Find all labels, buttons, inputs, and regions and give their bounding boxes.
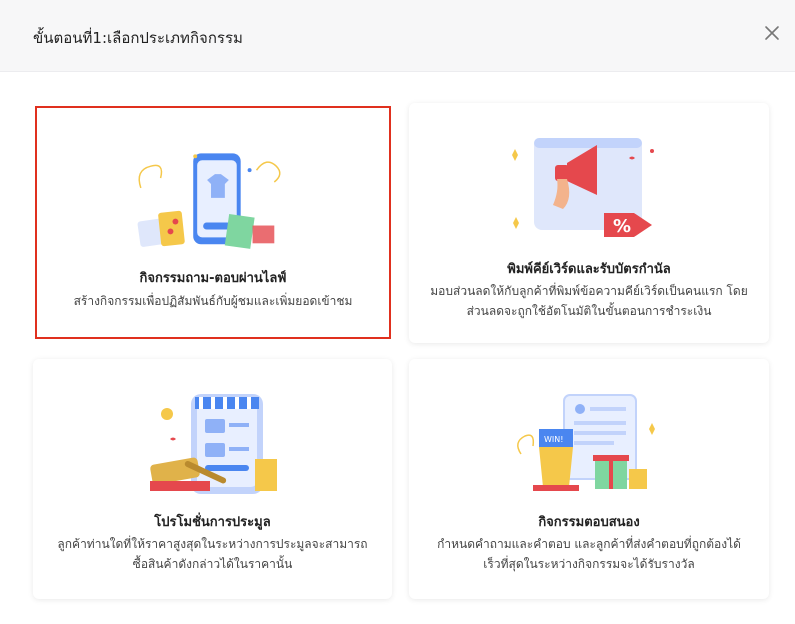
- select-activity-type-dialog: ขั้นตอนที่1:เลือกประเภทกิจกรรม กิจกรรมถา…: [0, 0, 795, 624]
- card-live-qa[interactable]: กิจกรรมถาม-ตอบผ่านไลฟ์ สร้างกิจกรรมเพื่อ…: [35, 106, 391, 339]
- auction-illustration: [150, 394, 277, 494]
- card-description: สร้างกิจกรรมเพื่อปฏิสัมพันธ์กับผู้ชมและเ…: [73, 294, 353, 308]
- card-title: กิจกรรมตอบสนอง: [538, 515, 640, 530]
- quiz-prize-illustration: WIN!: [517, 394, 655, 491]
- svg-text:WIN!: WIN!: [544, 435, 563, 444]
- card-quiz-response[interactable]: WIN! กิจกรรมตอบสนอง กำหนดคำถามและคำตอบ แ…: [409, 359, 769, 599]
- svg-text:%: %: [613, 216, 631, 237]
- card-description: กำหนดคำถามและคำตอบ และลูกค้าที่ส่งคำตอบท…: [437, 537, 741, 571]
- live-qa-illustration: [137, 153, 281, 249]
- card-title: กิจกรรมถาม-ตอบผ่านไลฟ์: [139, 271, 287, 286]
- card-description: ลูกค้าท่านใดที่ให้ราคาสูงสุดในระหว่างการ…: [57, 537, 368, 571]
- keyword-voucher-illustration: %: [512, 138, 654, 237]
- dialog-title: ขั้นตอนที่1:เลือกประเภทกิจกรรม: [33, 29, 243, 47]
- dialog-header: ขั้นตอนที่1:เลือกประเภทกิจกรรม: [0, 0, 795, 72]
- close-icon[interactable]: [763, 24, 781, 42]
- card-title: โปรโมชั่นการประมูล: [154, 515, 271, 530]
- card-auction[interactable]: โปรโมชั่นการประมูล ลูกค้าท่านใดที่ให้ราค…: [33, 359, 392, 599]
- card-title: พิมพ์คีย์เวิร์ดและรับบัตรกำนัล: [507, 262, 671, 277]
- card-description: มอบส่วนลดให้กับลูกค้าที่พิมพ์ข้อความคีย์…: [430, 284, 748, 318]
- card-keyword-voucher[interactable]: % พิมพ์คีย์เวิร์ดและรับบัตรกำนัล มอบส่วน…: [409, 103, 769, 343]
